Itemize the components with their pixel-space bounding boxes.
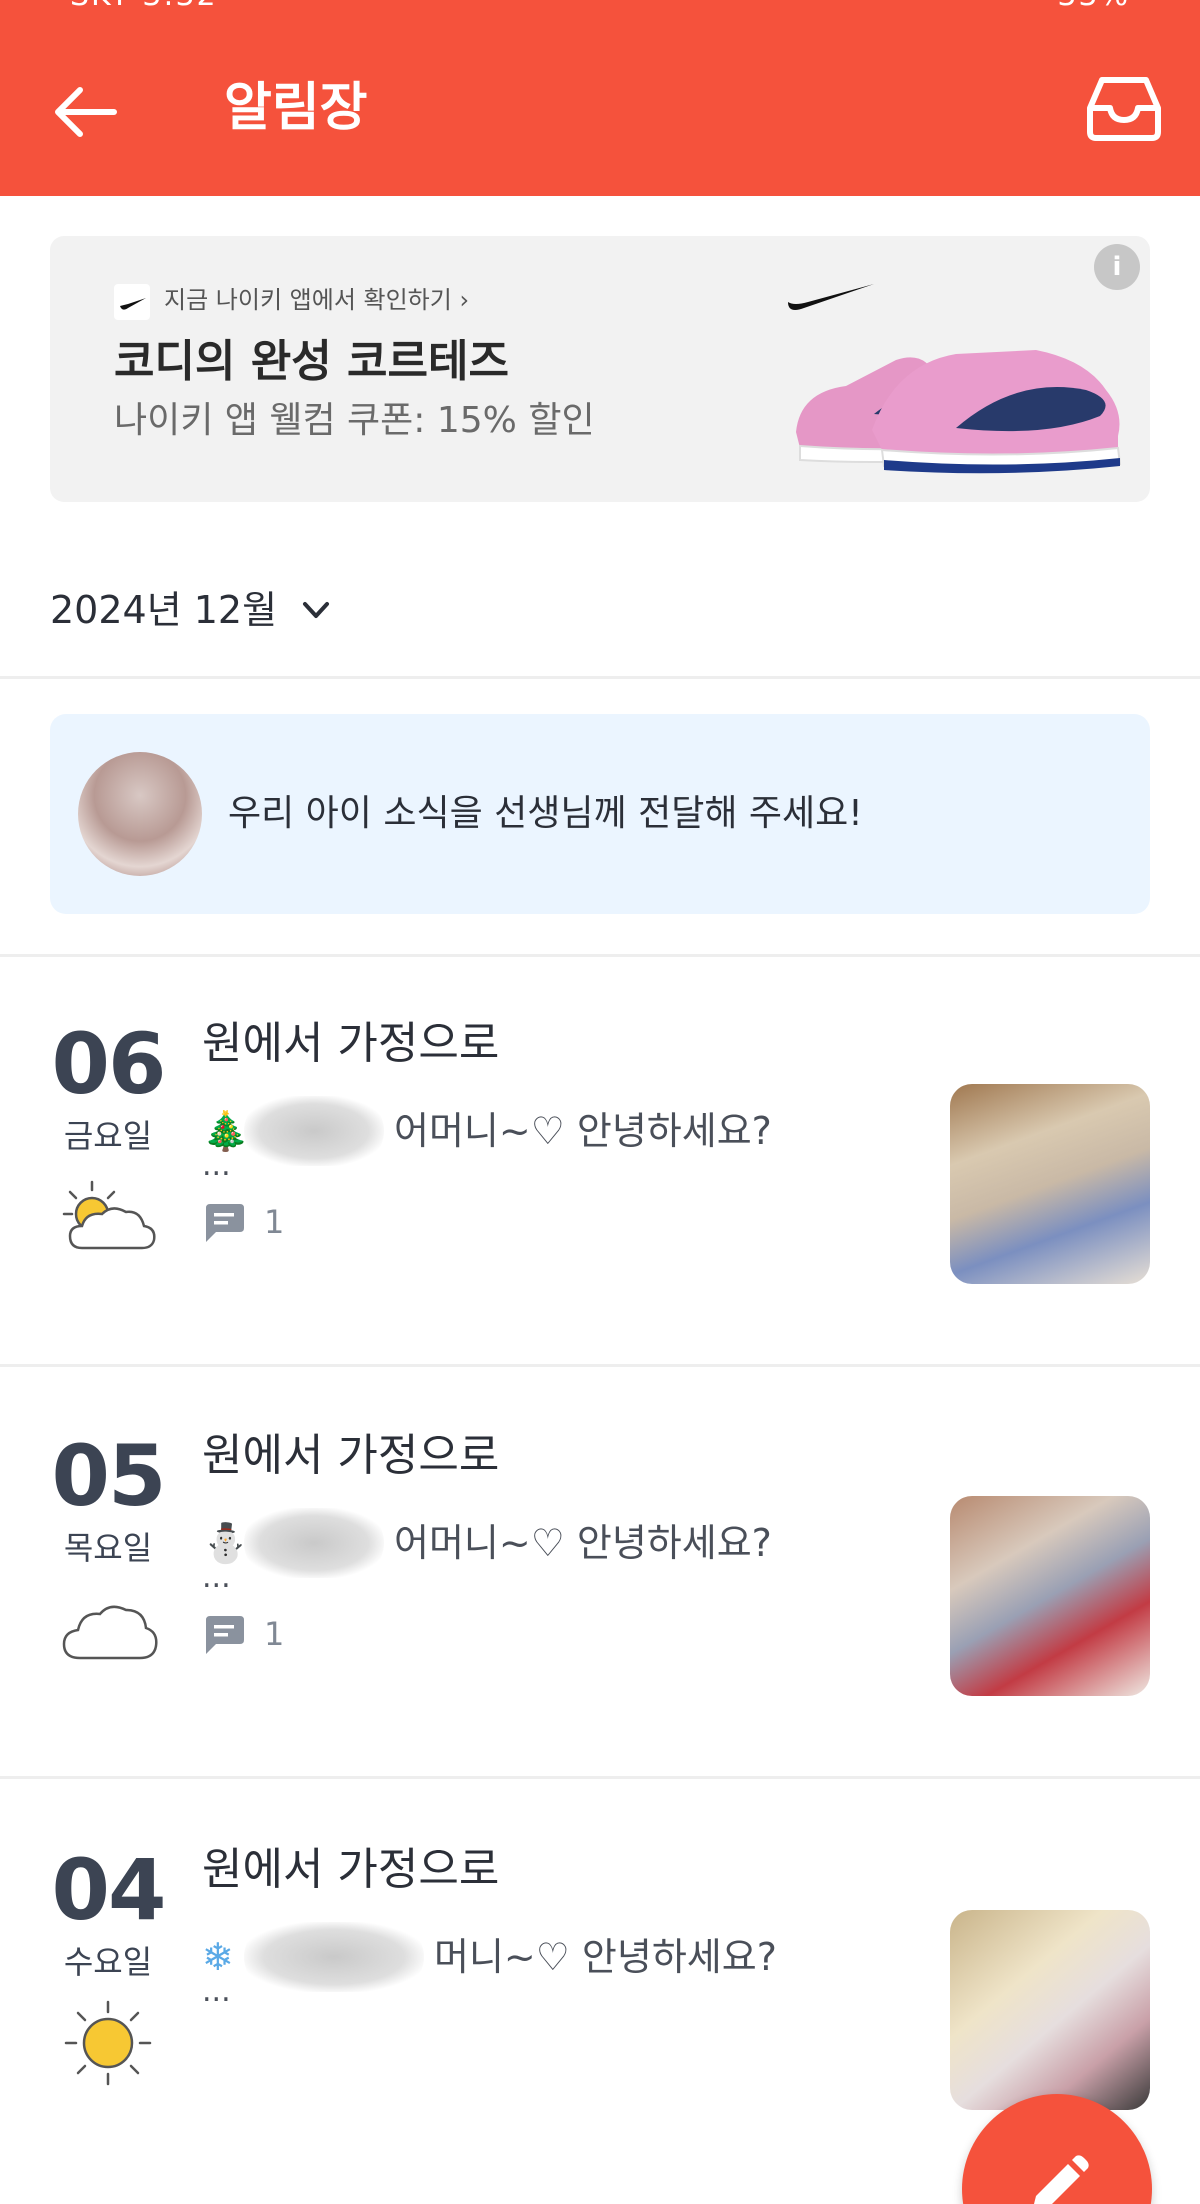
entry-thumbnail[interactable] [950, 1084, 1150, 1284]
entry-preview-text: 머니~♡ 안녕하세요? [434, 1935, 777, 1979]
prompt-text: 우리 아이 소식을 선생님께 전달해 주세요! [228, 793, 863, 834]
entry-ellipsis: ... [202, 1974, 231, 2009]
month-selector[interactable]: 2024년 12월 [50, 582, 333, 638]
entry-title: 원에서 가정으로 [202, 1430, 500, 1481]
cloud-icon [62, 1605, 158, 1660]
parent-message-prompt[interactable]: 우리 아이 소식을 선생님께 전달해 주세요! [50, 714, 1150, 914]
arrow-left-icon [55, 87, 117, 137]
redacted-name [244, 1508, 384, 1578]
info-icon[interactable]: i [1094, 244, 1140, 290]
avatar [78, 752, 202, 876]
app-bar: SKT 3:32 33% 알림장 [0, 0, 1200, 196]
entry-weekday: 금요일 [63, 1117, 153, 1155]
status-left: SKT 3:32 [70, 0, 218, 13]
ad-banner[interactable]: 지금 나이키 앱에서 확인하기 › 코디의 완성 코르테즈 나이키 앱 웰컴 쿠… [50, 236, 1150, 502]
notice-entry[interactable]: 06 금요일 원에서 가정으로 🎄 어머니~♡ 안녕하세요? ... 1 [0, 964, 1200, 1374]
page-title: 알림장 [224, 78, 368, 138]
entry-ellipsis: ... [202, 1148, 231, 1183]
divider [0, 676, 1200, 679]
status-bar: SKT 3:32 33% [0, 0, 1200, 18]
ad-caption: 지금 나이키 앱에서 확인하기 › [164, 286, 470, 314]
comment-count[interactable]: 1 [202, 1612, 284, 1656]
entry-day: 06 [51, 1015, 167, 1113]
comment-icon [206, 1616, 244, 1654]
entry-day: 04 [51, 1841, 167, 1939]
entry-preview: ⛄ 어머니~♡ 안녕하세요? [202, 1508, 772, 1578]
redacted-name [244, 1922, 424, 1992]
comment-icon [206, 1204, 244, 1242]
inbox-icon [1087, 77, 1161, 141]
entry-title: 원에서 가정으로 [202, 1844, 500, 1895]
ad-subtext: 나이키 앱 웰컴 쿠폰: 15% 할인 [114, 400, 595, 441]
inbox-button[interactable] [1084, 72, 1164, 144]
divider [0, 1364, 1200, 1367]
status-right: 33% [1057, 0, 1130, 13]
redacted-name [244, 1096, 384, 1166]
entry-thumbnail[interactable] [950, 1496, 1150, 1696]
back-button[interactable] [50, 76, 122, 148]
entry-weekday: 수요일 [63, 1943, 153, 1981]
entry-preview-text: 어머니~♡ 안녕하세요? [394, 1521, 772, 1565]
swoosh-logo [788, 284, 874, 310]
chevron-down-icon [303, 602, 330, 618]
nike-logo [114, 284, 150, 320]
entry-preview: 🎄 어머니~♡ 안녕하세요? [202, 1096, 772, 1166]
month-label: 2024년 12월 [50, 588, 278, 632]
sneaker-image [796, 350, 1122, 474]
entry-thumbnail[interactable] [950, 1910, 1150, 2110]
ad-headline: 코디의 완성 코르테즈 [114, 336, 509, 387]
entry-day: 05 [51, 1427, 167, 1525]
entry-preview-text: 어머니~♡ 안녕하세요? [394, 1109, 772, 1153]
entry-ellipsis: ... [202, 1560, 231, 1595]
comment-count[interactable]: 1 [202, 1200, 284, 1244]
entry-weekday: 목요일 [63, 1529, 153, 1567]
comment-count-value: 1 [264, 1203, 285, 1241]
sun-icon [64, 2000, 152, 2086]
pencil-icon [1034, 2155, 1089, 2204]
entry-preview: ❄ 머니~♡ 안녕하세요? [202, 1922, 777, 1992]
entry-title: 원에서 가정으로 [202, 1018, 500, 1069]
divider [0, 954, 1200, 957]
comment-count-value: 1 [264, 1615, 285, 1653]
divider [0, 1776, 1200, 1779]
notice-entry[interactable]: 05 목요일 원에서 가정으로 ⛄ 어머니~♡ 안녕하세요? ... 1 [0, 1376, 1200, 1786]
partly-cloudy-icon [62, 1180, 156, 1250]
